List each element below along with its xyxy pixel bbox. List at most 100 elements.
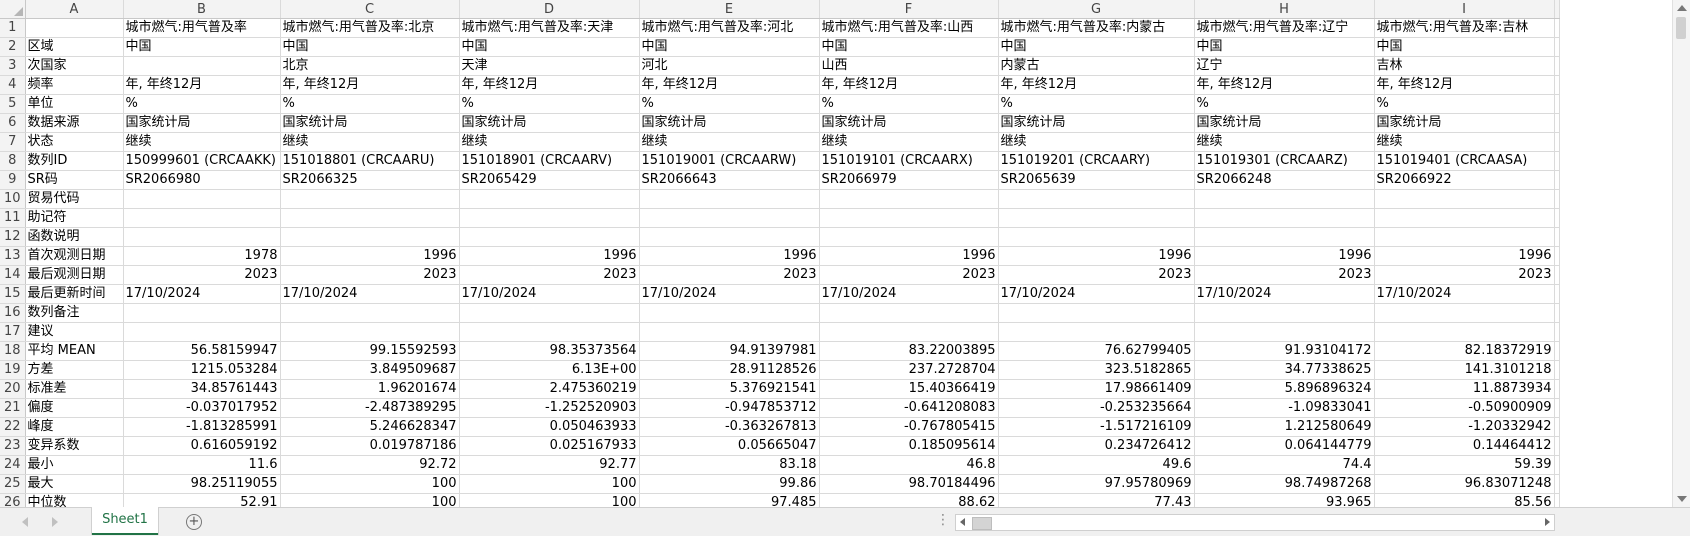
data-cell[interactable]: 国家统计局 xyxy=(123,113,281,133)
data-cell[interactable]: % xyxy=(1194,94,1375,114)
data-cell[interactable]: 1.212580649 xyxy=(1194,417,1375,437)
row-label-cell[interactable]: 次国家 xyxy=(25,56,124,76)
row-header[interactable]: 26 xyxy=(0,493,26,507)
data-cell[interactable] xyxy=(1554,360,1560,380)
row-header[interactable]: 7 xyxy=(0,132,26,152)
data-cell[interactable]: 52.91 xyxy=(123,493,281,507)
data-cell[interactable]: 100 xyxy=(459,474,640,494)
data-cell[interactable]: 151018901 (CRCAARV) xyxy=(459,151,640,171)
data-cell[interactable]: 年, 年终12月 xyxy=(998,75,1195,95)
data-cell[interactable] xyxy=(459,208,640,228)
row-label-cell[interactable]: 函数说明 xyxy=(25,227,124,247)
data-cell[interactable]: 92.72 xyxy=(280,455,460,475)
data-cell[interactable] xyxy=(1194,189,1375,209)
data-cell[interactable]: 2023 xyxy=(123,265,281,285)
data-cell[interactable]: 城市燃气:用气普及率:内蒙古 xyxy=(998,18,1195,38)
data-cell[interactable]: 237.2728704 xyxy=(819,360,999,380)
data-cell[interactable]: SR2066922 xyxy=(1374,170,1555,190)
data-cell[interactable]: % xyxy=(639,94,820,114)
data-cell[interactable]: 0.234726412 xyxy=(998,436,1195,456)
data-cell[interactable]: 3.849509687 xyxy=(280,360,460,380)
data-cell[interactable] xyxy=(1554,94,1560,114)
data-cell[interactable]: 城市燃气:用气普及率:河北 xyxy=(639,18,820,38)
data-cell[interactable] xyxy=(280,208,460,228)
data-cell[interactable] xyxy=(1374,189,1555,209)
row-header[interactable]: 13 xyxy=(0,246,26,266)
row-label-cell[interactable]: 状态 xyxy=(25,132,124,152)
data-cell[interactable]: 151019301 (CRCAARZ) xyxy=(1194,151,1375,171)
data-cell[interactable]: 11.8873934 xyxy=(1374,379,1555,399)
data-cell[interactable] xyxy=(123,56,281,76)
data-cell[interactable]: 0.050463933 xyxy=(459,417,640,437)
data-cell[interactable]: -1.813285991 xyxy=(123,417,281,437)
data-cell[interactable]: 92.77 xyxy=(459,455,640,475)
data-cell[interactable] xyxy=(1194,303,1375,323)
data-cell[interactable]: 继续 xyxy=(280,132,460,152)
data-cell[interactable] xyxy=(459,227,640,247)
data-cell[interactable]: 91.93104172 xyxy=(1194,341,1375,361)
spreadsheet-grid[interactable]: ABCDEFGHI 1 城市燃气:用气普及率 城市燃气:用气普及率:北京 城市燃气:用… xyxy=(0,0,1673,507)
data-cell[interactable]: 0.019787186 xyxy=(280,436,460,456)
data-cell[interactable]: % xyxy=(819,94,999,114)
data-cell[interactable]: 辽宁 xyxy=(1194,56,1375,76)
column-header-a[interactable]: A xyxy=(25,0,124,19)
data-cell[interactable] xyxy=(639,303,820,323)
data-cell[interactable] xyxy=(998,303,1195,323)
data-cell[interactable]: SR2066325 xyxy=(280,170,460,190)
data-cell[interactable]: 17/10/2024 xyxy=(123,284,281,304)
data-cell[interactable]: 74.4 xyxy=(1194,455,1375,475)
data-cell[interactable]: 中国 xyxy=(998,37,1195,57)
data-cell[interactable]: 5.246628347 xyxy=(280,417,460,437)
data-cell[interactable]: 28.91128526 xyxy=(639,360,820,380)
row-header[interactable]: 6 xyxy=(0,113,26,133)
row-label-cell[interactable]: 变异系数 xyxy=(25,436,124,456)
data-cell[interactable]: 中国 xyxy=(639,37,820,57)
data-cell[interactable]: 继续 xyxy=(459,132,640,152)
data-cell[interactable]: 国家统计局 xyxy=(639,113,820,133)
column-header-f[interactable]: F xyxy=(819,0,999,19)
data-cell[interactable]: 99.15592593 xyxy=(280,341,460,361)
data-cell[interactable] xyxy=(639,189,820,209)
data-cell[interactable]: 2023 xyxy=(819,265,999,285)
row-header[interactable]: 10 xyxy=(0,189,26,209)
data-cell[interactable]: 98.74987268 xyxy=(1194,474,1375,494)
data-cell[interactable] xyxy=(1554,18,1560,38)
data-cell[interactable] xyxy=(123,322,281,342)
data-cell[interactable]: 100 xyxy=(280,493,460,507)
data-cell[interactable]: 国家统计局 xyxy=(998,113,1195,133)
data-cell[interactable]: 年, 年终12月 xyxy=(819,75,999,95)
row-label-cell[interactable]: 方差 xyxy=(25,360,124,380)
data-cell[interactable]: 100 xyxy=(280,474,460,494)
data-cell[interactable]: -0.037017952 xyxy=(123,398,281,418)
row-label-cell[interactable]: 数列ID xyxy=(25,151,124,171)
data-cell[interactable]: -0.50900909 xyxy=(1374,398,1555,418)
data-cell[interactable] xyxy=(1554,170,1560,190)
data-cell[interactable] xyxy=(123,227,281,247)
data-cell[interactable]: 2023 xyxy=(459,265,640,285)
data-cell[interactable]: 151019101 (CRCAARX) xyxy=(819,151,999,171)
data-cell[interactable] xyxy=(459,189,640,209)
data-cell[interactable]: 1996 xyxy=(459,246,640,266)
data-cell[interactable]: 46.8 xyxy=(819,455,999,475)
cell-table[interactable]: ABCDEFGHI 1 城市燃气:用气普及率 城市燃气:用气普及率:北京 城市燃气:用… xyxy=(0,0,1560,507)
data-cell[interactable]: 年, 年终12月 xyxy=(639,75,820,95)
data-cell[interactable] xyxy=(123,208,281,228)
data-cell[interactable]: 中国 xyxy=(280,37,460,57)
data-cell[interactable]: 17/10/2024 xyxy=(280,284,460,304)
data-cell[interactable]: 国家统计局 xyxy=(1194,113,1375,133)
data-cell[interactable]: 83.22003895 xyxy=(819,341,999,361)
data-cell[interactable]: 0.05665047 xyxy=(639,436,820,456)
row-header[interactable]: 2 xyxy=(0,37,26,57)
data-cell[interactable] xyxy=(123,303,281,323)
data-cell[interactable] xyxy=(1554,75,1560,95)
data-cell[interactable]: 2023 xyxy=(1374,265,1555,285)
row-label-cell[interactable]: 首次观测日期 xyxy=(25,246,124,266)
data-cell[interactable] xyxy=(639,227,820,247)
data-cell[interactable]: 93.965 xyxy=(1194,493,1375,507)
data-cell[interactable] xyxy=(639,322,820,342)
data-cell[interactable] xyxy=(1194,227,1375,247)
tab-splitter-handle[interactable]: ⋮ xyxy=(936,513,950,527)
data-cell[interactable]: 国家统计局 xyxy=(819,113,999,133)
data-cell[interactable]: 15.40366419 xyxy=(819,379,999,399)
data-cell[interactable]: 98.25119055 xyxy=(123,474,281,494)
